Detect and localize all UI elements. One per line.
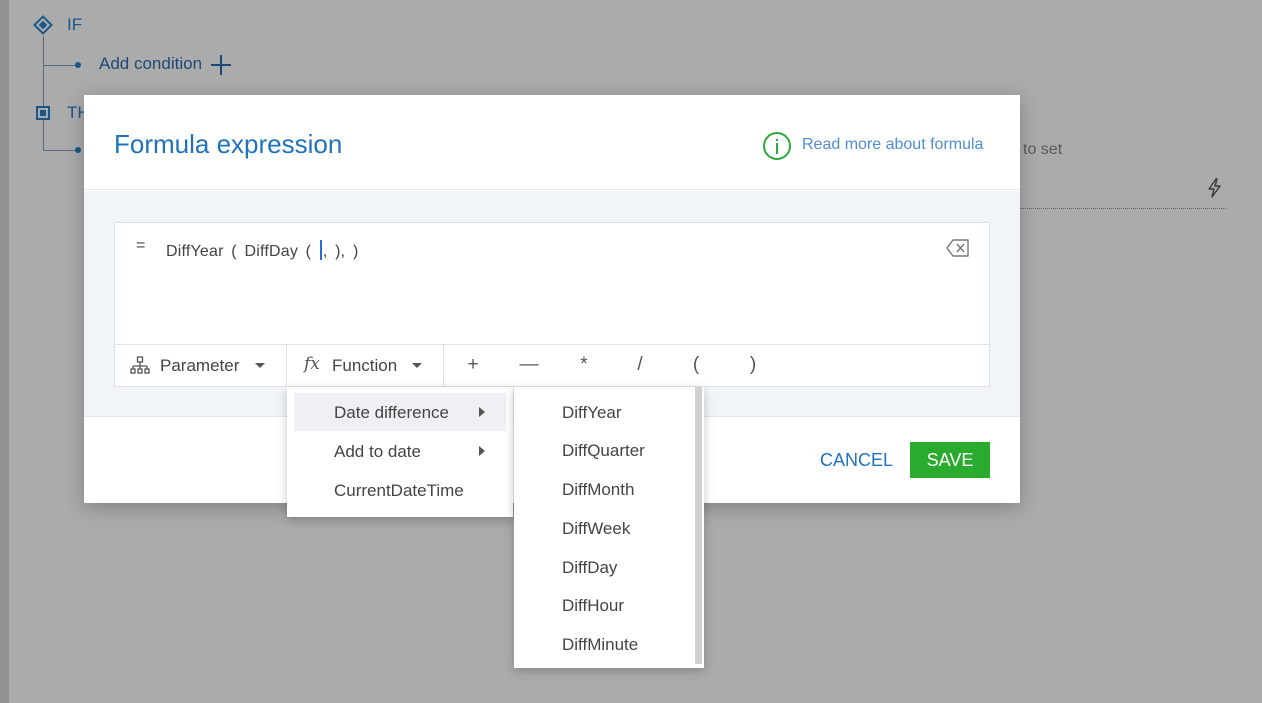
submenu-item-diffyear[interactable]: DiffYear — [562, 403, 622, 423]
fx-icon: fx — [304, 354, 320, 374]
menu-item-current-date-time[interactable]: CurrentDateTime — [294, 471, 506, 509]
formula-editor[interactable]: = DiffYear ( DiffDay ( , ), ) Parameter — [114, 222, 990, 387]
close-paren-button[interactable]: ) — [741, 354, 765, 376]
chevron-down-icon — [255, 363, 265, 368]
open-paren-button[interactable]: ( — [684, 354, 708, 376]
menu-item-label: Add to date — [334, 442, 421, 461]
submenu-item-diffminute[interactable]: DiffMinute — [562, 635, 638, 655]
menu-item-date-difference[interactable]: Date difference — [294, 393, 506, 431]
multiply-operator-button[interactable]: * — [572, 354, 596, 376]
menu-item-label: CurrentDateTime — [334, 481, 464, 500]
plus-operator-button[interactable]: + — [461, 354, 485, 376]
submenu-item-diffmonth[interactable]: DiffMonth — [562, 480, 634, 500]
minus-operator-button[interactable]: — — [517, 354, 541, 376]
backspace-clear-icon[interactable] — [946, 238, 970, 258]
menu-item-add-to-date[interactable]: Add to date — [294, 432, 506, 470]
submenu-item-diffhour[interactable]: DiffHour — [562, 596, 624, 616]
chevron-down-icon — [412, 363, 422, 368]
date-difference-submenu: DiffYear DiffQuarter DiffMonth DiffWeek … — [514, 387, 704, 668]
formula-expression[interactable]: DiffYear ( DiffDay ( , ), ) — [166, 240, 358, 261]
hierarchy-icon — [130, 356, 150, 374]
formula-text-before-caret: DiffYear ( DiffDay ( — [166, 243, 319, 260]
modal-title: Formula expression — [114, 129, 343, 159]
submenu-item-diffweek[interactable]: DiffWeek — [562, 519, 630, 539]
submenu-scrollbar[interactable] — [695, 387, 702, 664]
read-more-link[interactable]: Read more about formula — [802, 136, 983, 154]
parameter-label: Parameter — [160, 356, 240, 375]
modal-body: = DiffYear ( DiffDay ( , ), ) Parameter — [84, 191, 1020, 417]
function-menu: Date difference Add to date CurrentDateT… — [287, 387, 513, 517]
info-icon[interactable] — [763, 132, 791, 160]
divide-operator-button[interactable]: / — [628, 354, 652, 376]
function-dropdown[interactable]: fx Function — [287, 345, 444, 386]
text-caret — [319, 240, 322, 260]
submenu-item-diffquarter[interactable]: DiffQuarter — [562, 441, 645, 461]
modal-header: Formula expression Read more about formu… — [84, 95, 1020, 190]
cancel-button[interactable]: CANCEL — [814, 442, 899, 478]
formula-text-after-caret: , ), ) — [322, 243, 359, 260]
chevron-right-icon — [479, 407, 485, 417]
save-button[interactable]: SAVE — [910, 442, 990, 478]
menu-item-label: Date difference — [334, 403, 449, 422]
function-label: Function — [332, 356, 398, 375]
submenu-item-diffday[interactable]: DiffDay — [562, 558, 617, 578]
chevron-right-icon — [479, 446, 485, 456]
formula-toolbar: Parameter fx Function + — * / ( ) — [115, 344, 989, 386]
equals-sign: = — [136, 237, 146, 254]
parameter-dropdown[interactable]: Parameter — [115, 345, 287, 386]
